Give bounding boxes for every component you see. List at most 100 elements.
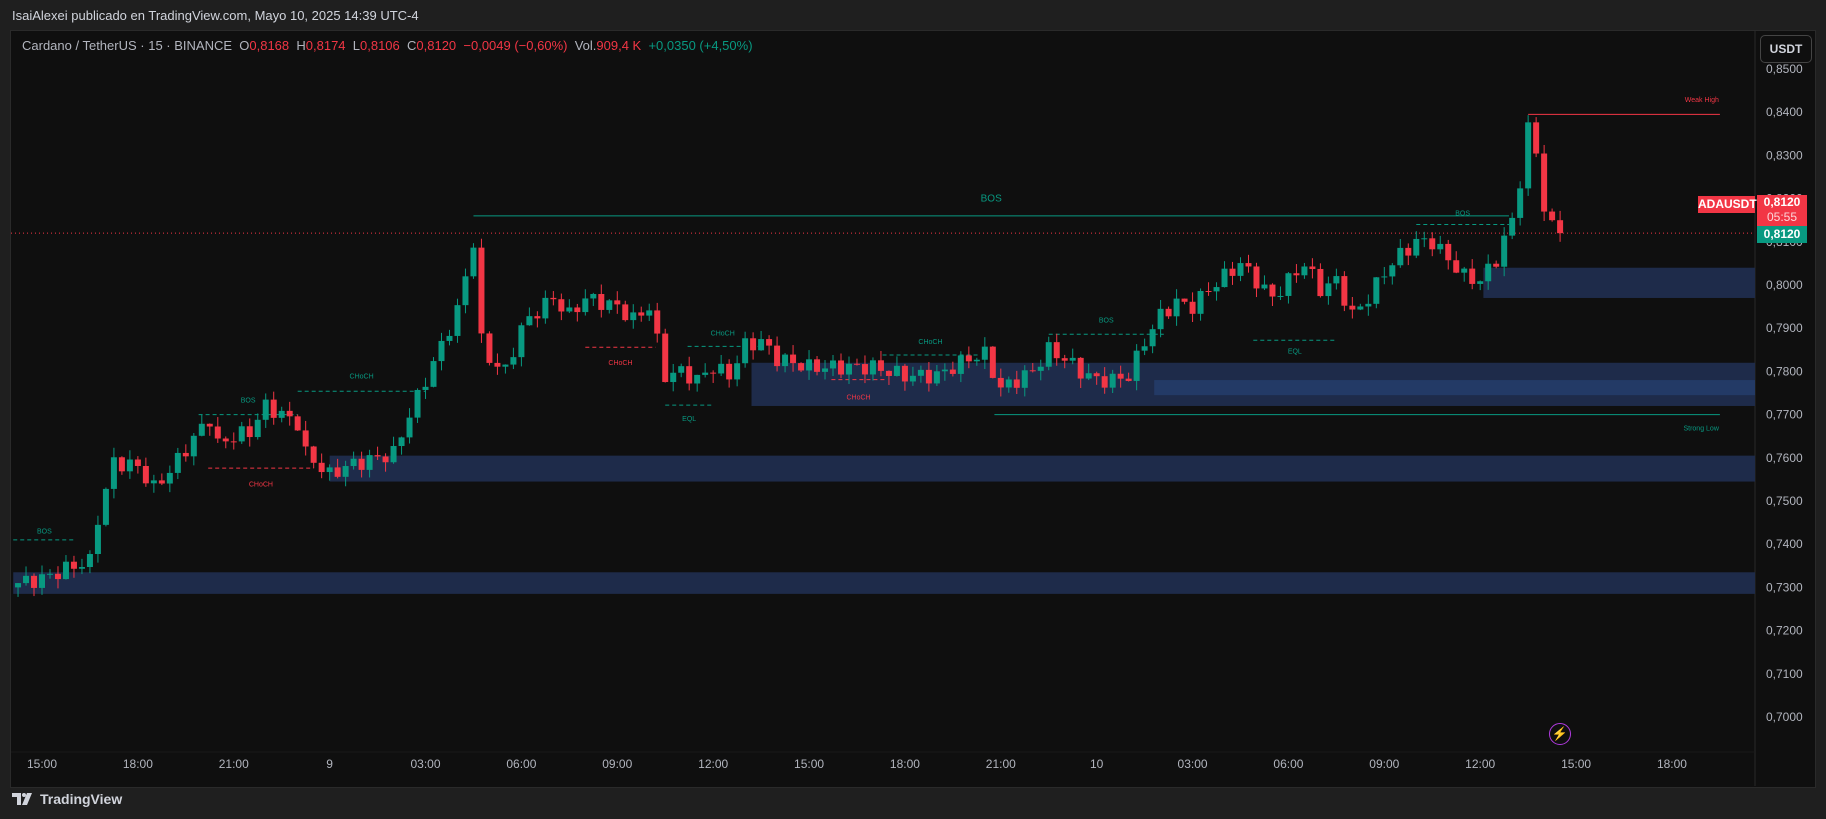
- candle-body: [222, 438, 229, 442]
- candle-body: [238, 426, 245, 442]
- candle-body: [270, 399, 277, 418]
- candle-body: [86, 554, 93, 568]
- candle-body: [702, 372, 709, 375]
- candle-body: [446, 335, 453, 341]
- volume-label: Vol.: [574, 38, 597, 53]
- candle-body: [1197, 291, 1204, 314]
- candle-body: [726, 363, 733, 380]
- candle-body: [1253, 266, 1260, 289]
- candle-body: [494, 362, 501, 367]
- candle-body: [590, 294, 597, 299]
- candle-body: [1381, 276, 1388, 278]
- candle-body: [246, 426, 253, 438]
- time-tick-label: 21:00: [986, 757, 1016, 771]
- structure-label: Weak High: [1685, 97, 1719, 104]
- candle-body: [798, 363, 805, 371]
- candle-body: [1189, 301, 1196, 314]
- candle-body: [973, 359, 980, 362]
- candle-body: [877, 360, 884, 371]
- candle-body: [190, 435, 197, 457]
- candle-body: [158, 480, 165, 484]
- candle-body: [102, 488, 109, 525]
- price-tick-label: 0,7200: [1766, 624, 1803, 638]
- candle-body: [15, 583, 22, 588]
- candle-body: [1221, 268, 1228, 288]
- time-tick-label: 18:00: [890, 757, 920, 771]
- brand-name: TradingView: [40, 791, 123, 807]
- candle-body: [1309, 266, 1316, 269]
- lightning-icon[interactable]: ⚡: [1549, 723, 1571, 745]
- candle-body: [1397, 247, 1404, 266]
- candle-body: [1149, 329, 1156, 347]
- candle-body: [830, 360, 837, 369]
- candle-body: [390, 446, 397, 463]
- candle-body: [1421, 238, 1428, 240]
- candle-body: [1357, 306, 1364, 310]
- candle-body: [1277, 295, 1284, 297]
- candle-body: [310, 446, 317, 463]
- candle-body: [46, 573, 53, 575]
- candle-body: [838, 360, 844, 375]
- candle-body: [710, 372, 717, 374]
- price-tick-label: 0,7100: [1766, 667, 1803, 681]
- candle-body: [1165, 308, 1172, 317]
- candle-body: [869, 360, 876, 375]
- candle-body: [262, 399, 269, 420]
- candle-body: [510, 357, 517, 365]
- candle-body: [334, 467, 341, 477]
- time-tick-label: 21:00: [219, 757, 249, 771]
- candle-body: [31, 575, 38, 588]
- candle-body: [358, 458, 365, 470]
- candle-body: [1373, 277, 1380, 304]
- candle-body: [774, 345, 781, 367]
- candlestick-chart[interactable]: 0,85000,84000,83000,82000,81000,80000,79…: [0, 0, 1826, 819]
- structure-label: BOS: [1099, 318, 1114, 325]
- candle-body: [1445, 243, 1452, 261]
- candle-body: [1029, 370, 1036, 372]
- structure-label: CHoCH: [918, 339, 942, 346]
- candle-body: [1533, 122, 1540, 154]
- candle-body: [326, 467, 333, 473]
- price-tag-value: 0,8120: [1763, 195, 1801, 209]
- candle-body: [1125, 378, 1132, 381]
- price-tick-label: 0,7900: [1766, 321, 1803, 335]
- candle-body: [230, 441, 237, 443]
- candle-body: [1549, 211, 1556, 221]
- open-value: 0,8168: [249, 38, 290, 53]
- low-label: L: [352, 38, 360, 53]
- candle-body: [997, 377, 1004, 388]
- candle-body: [1413, 238, 1420, 256]
- candle-body: [1317, 268, 1324, 297]
- candle-body: [478, 247, 485, 334]
- candle-body: [1501, 235, 1508, 267]
- structure-label: EQL: [682, 416, 696, 423]
- candle-body: [54, 573, 61, 580]
- time-tick-label: 06:00: [1273, 757, 1303, 771]
- candle-body: [1157, 308, 1164, 330]
- structure-label: CHoCH: [249, 482, 273, 489]
- candle-body: [742, 338, 749, 364]
- candle-body: [182, 452, 189, 457]
- candle-body: [166, 472, 173, 484]
- close-value: 0,8120: [416, 38, 457, 53]
- symbol-title[interactable]: Cardano / TetherUS · 15 · BINANCE: [22, 38, 232, 53]
- price-tick-label: 0,8400: [1766, 105, 1803, 119]
- price-tick-label: 0,8500: [1766, 62, 1803, 76]
- tradingview-logo-icon: [12, 793, 32, 805]
- candle-body: [1261, 284, 1268, 289]
- price-tick-label: 0,7600: [1766, 451, 1803, 465]
- time-tick-label: 09:00: [1369, 757, 1399, 771]
- time-tick-label: 15:00: [794, 757, 824, 771]
- candle-body: [981, 346, 988, 360]
- structure-label: BOS: [981, 194, 1002, 205]
- structure-label: EQL: [1288, 349, 1302, 356]
- candle-body: [39, 574, 45, 588]
- currency-button[interactable]: USDT: [1760, 35, 1812, 63]
- time-tick-label: 9: [326, 757, 333, 771]
- volume-change: +0,0350 (+4,50%): [648, 38, 753, 53]
- candle-body: [957, 355, 964, 374]
- candle-body: [1325, 283, 1332, 297]
- price-tick-label: 0,7400: [1766, 537, 1803, 551]
- symbol-legend: Cardano / TetherUS · 15 · BINANCE O0,816…: [22, 38, 753, 53]
- candle-body: [526, 316, 533, 326]
